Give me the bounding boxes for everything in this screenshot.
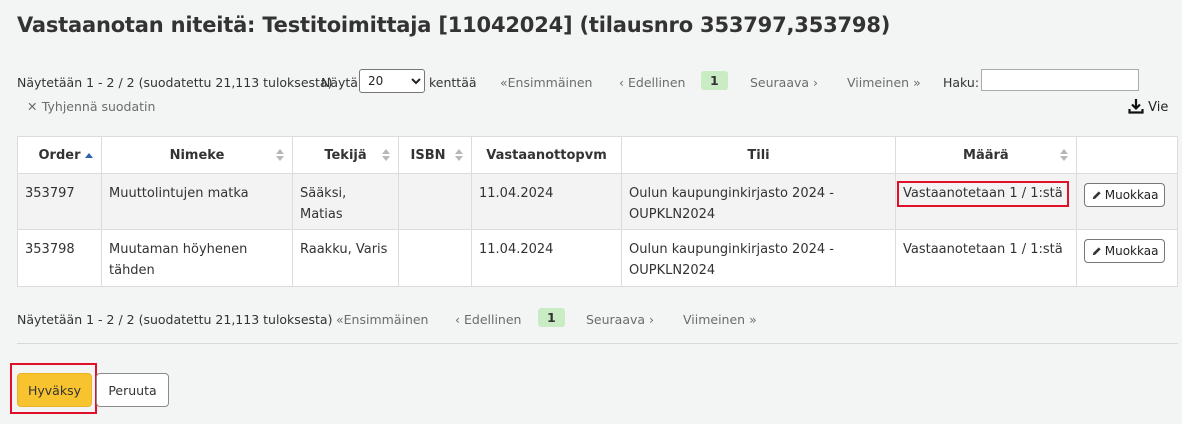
last-page-link[interactable]: Viimeinen » bbox=[683, 312, 757, 327]
column-header-isbn[interactable]: ISBN bbox=[398, 136, 472, 174]
cell-actions: Muokkaa bbox=[1075, 173, 1179, 230]
column-label: Määrä bbox=[963, 147, 1009, 163]
cell-order: 353798 bbox=[17, 229, 102, 287]
double-chevron-right-icon: » bbox=[745, 312, 757, 327]
prev-page-link[interactable]: ‹ Edellinen bbox=[455, 312, 521, 327]
column-label: Tili bbox=[747, 147, 770, 163]
chevron-left-icon: ‹ bbox=[455, 312, 464, 327]
page-length-select[interactable]: 20 bbox=[359, 69, 425, 93]
export-button[interactable]: Vie bbox=[1128, 98, 1168, 115]
column-label: Tekijä bbox=[324, 147, 367, 163]
clear-filter-label: Tyhjennä suodatin bbox=[41, 99, 156, 114]
search-input[interactable] bbox=[981, 69, 1139, 91]
last-page-link[interactable]: Viimeinen » bbox=[847, 75, 921, 90]
cell-fund: Oulun kaupunginkirjasto 2024 - OUPKLN202… bbox=[621, 173, 896, 230]
sort-icon bbox=[1059, 149, 1068, 163]
cell-isbn bbox=[398, 173, 472, 230]
results-info: Näytetään 1 - 2 / 2 (suodatettu 21,113 t… bbox=[17, 312, 333, 327]
first-page-link[interactable]: «Ensimmäinen bbox=[500, 75, 592, 90]
prev-page-label: Edellinen bbox=[627, 75, 686, 90]
download-icon bbox=[1128, 99, 1144, 114]
pencil-icon bbox=[1092, 190, 1101, 199]
column-header-title[interactable]: Nimeke bbox=[101, 136, 293, 174]
next-page-link[interactable]: Seuraava › bbox=[750, 75, 818, 90]
column-label: Nimeke bbox=[169, 147, 225, 163]
cell-order: 353797 bbox=[17, 173, 102, 230]
top-toolbar: Näytetään 1 - 2 / 2 (suodatettu 21,113 t… bbox=[17, 69, 1168, 115]
entries-label: kenttää bbox=[429, 75, 477, 90]
cell-quantity: Vastaanotetaan 1 / 1:stä bbox=[895, 173, 1077, 230]
edit-button[interactable]: Muokkaa bbox=[1083, 183, 1166, 207]
confirm-button[interactable]: Hyväksy bbox=[17, 373, 92, 407]
edit-label: Muokkaa bbox=[1104, 188, 1159, 202]
receive-items-table: Order Nimeke Tekijä ISBN Vastaanottopvm … bbox=[17, 136, 1179, 287]
column-header-received-date: Vastaanottopvm bbox=[471, 136, 622, 174]
sort-icon bbox=[276, 149, 284, 163]
first-page-label: Ensimmäinen bbox=[507, 75, 593, 90]
cell-author: Raakku, Varis bbox=[292, 229, 399, 287]
cell-title: Muuttolintujen matka bbox=[101, 173, 293, 230]
page-title: Vastaanotan niteitä: Testitoimittaja [11… bbox=[17, 13, 891, 37]
column-header-order[interactable]: Order bbox=[17, 136, 102, 174]
sort-icon bbox=[455, 149, 463, 163]
export-label: Vie bbox=[1148, 100, 1169, 115]
close-icon: ✕ bbox=[27, 99, 42, 114]
first-page-label: Ensimmäinen bbox=[343, 312, 429, 327]
next-page-label: Seuraava bbox=[750, 75, 810, 90]
cell-isbn bbox=[398, 229, 472, 287]
results-info: Näytetään 1 - 2 / 2 (suodatettu 21,113 t… bbox=[17, 75, 333, 90]
column-label: Vastaanottopvm bbox=[486, 147, 607, 163]
current-page[interactable]: 1 bbox=[701, 71, 728, 90]
cell-received-date: 11.04.2024 bbox=[471, 173, 622, 230]
chevron-right-icon: › bbox=[809, 75, 819, 90]
chevron-right-icon: › bbox=[645, 312, 655, 327]
cell-title: Muutaman höyhenen tähden bbox=[101, 229, 293, 287]
show-label: Näytä bbox=[321, 75, 358, 90]
column-header-actions bbox=[1075, 136, 1179, 174]
edit-button[interactable]: Muokkaa bbox=[1083, 239, 1166, 263]
first-page-link[interactable]: «Ensimmäinen bbox=[336, 312, 428, 327]
prev-page-link[interactable]: ‹ Edellinen bbox=[619, 75, 685, 90]
table-row: 353797 Muuttolintujen matka Sääksi, Mati… bbox=[17, 173, 1179, 230]
last-page-label: Viimeinen bbox=[683, 312, 746, 327]
current-page[interactable]: 1 bbox=[538, 308, 565, 327]
divider bbox=[17, 343, 1178, 344]
double-chevron-left-icon: « bbox=[336, 312, 344, 327]
cell-fund: Oulun kaupunginkirjasto 2024 - OUPKLN202… bbox=[621, 229, 896, 287]
next-page-link[interactable]: Seuraava › bbox=[586, 312, 654, 327]
cancel-button[interactable]: Peruuta bbox=[96, 373, 169, 407]
cell-actions: Muokkaa bbox=[1075, 229, 1179, 287]
column-header-fund: Tili bbox=[621, 136, 896, 174]
column-header-author[interactable]: Tekijä bbox=[292, 136, 399, 174]
clear-filter-link[interactable]: ✕ Tyhjennä suodatin bbox=[27, 99, 155, 114]
edit-label: Muokkaa bbox=[1104, 244, 1159, 258]
table-header-row: Order Nimeke Tekijä ISBN Vastaanottopvm … bbox=[17, 136, 1179, 174]
column-label: ISBN bbox=[410, 147, 446, 163]
sort-icon bbox=[382, 149, 390, 163]
column-header-quantity[interactable]: Määrä bbox=[895, 136, 1077, 174]
cell-author: Sääksi, Matias bbox=[292, 173, 399, 230]
last-page-label: Viimeinen bbox=[847, 75, 910, 90]
bottom-pager: Näytetään 1 - 2 / 2 (suodatettu 21,113 t… bbox=[17, 306, 917, 330]
next-page-label: Seuraava bbox=[586, 312, 646, 327]
prev-page-label: Edellinen bbox=[463, 312, 522, 327]
sort-ascending-icon bbox=[85, 153, 93, 158]
pencil-icon bbox=[1092, 246, 1101, 255]
double-chevron-right-icon: » bbox=[909, 75, 921, 90]
column-label: Order bbox=[38, 147, 81, 163]
quantity-highlight: Vastaanotetaan 1 / 1:stä bbox=[897, 181, 1069, 207]
table-row: 353798 Muutaman höyhenen tähden Raakku, … bbox=[17, 229, 1179, 287]
search-label: Haku: bbox=[943, 75, 980, 90]
double-chevron-left-icon: « bbox=[500, 75, 508, 90]
chevron-left-icon: ‹ bbox=[619, 75, 628, 90]
cell-received-date: 11.04.2024 bbox=[471, 229, 622, 287]
cell-quantity: Vastaanotetaan 1 / 1:stä bbox=[895, 229, 1077, 287]
